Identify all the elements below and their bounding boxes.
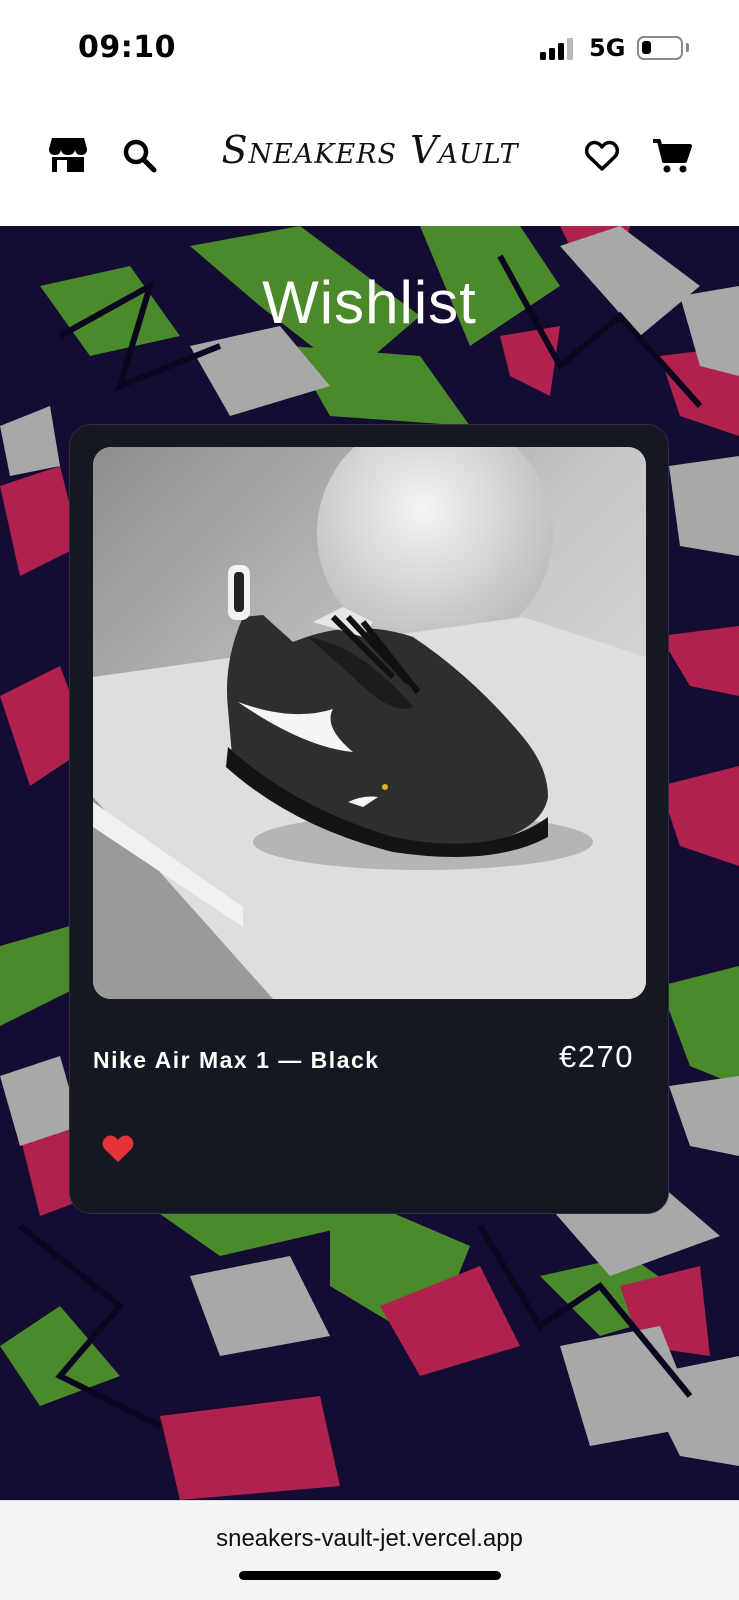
battery-level <box>642 41 651 54</box>
status-time: 09:10 <box>78 30 176 65</box>
remove-from-wishlist-heart-icon[interactable] <box>101 1133 135 1165</box>
wishlist-section: Wishlist Nike Air Max 1 — Black €270 <box>0 226 739 1500</box>
site-header: Sneakers Vault <box>0 100 739 226</box>
cart-icon[interactable] <box>652 138 692 174</box>
product-name[interactable]: Nike Air Max 1 — Black <box>93 1047 380 1074</box>
url-text[interactable]: sneakers-vault-jet.vercel.app <box>0 1525 739 1553</box>
signal-icon <box>540 38 576 60</box>
heart-icon[interactable] <box>584 140 620 172</box>
search-icon[interactable] <box>122 138 158 174</box>
page-title: Wishlist <box>262 269 477 336</box>
battery-icon <box>637 36 683 60</box>
browser-url-bar[interactable]: sneakers-vault-jet.vercel.app <box>0 1500 739 1600</box>
product-price: €270 <box>559 1039 634 1074</box>
battery-tip <box>686 43 689 52</box>
home-indicator[interactable] <box>239 1571 501 1580</box>
sneaker-image[interactable] <box>93 447 646 999</box>
network-label: 5G <box>589 34 626 62</box>
brand-logo[interactable]: Sneakers Vault <box>200 128 540 172</box>
status-bar: 09:10 5G <box>0 0 739 100</box>
wishlist-item-card[interactable]: Nike Air Max 1 — Black €270 <box>69 424 669 1214</box>
store-icon[interactable] <box>48 136 88 174</box>
